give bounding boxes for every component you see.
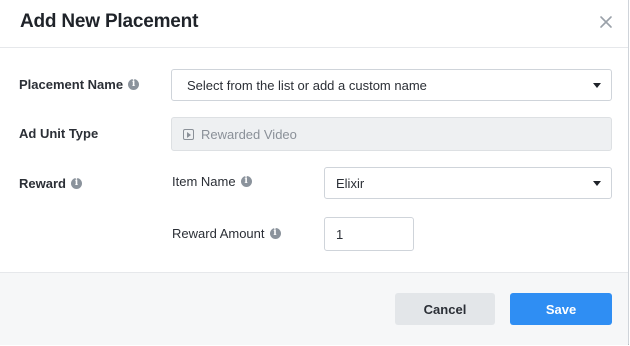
item-name-label-group: Item Name i: [172, 174, 252, 189]
reward-amount-input[interactable]: 1: [324, 217, 414, 251]
save-button[interactable]: Save: [510, 293, 612, 325]
placement-name-select[interactable]: Select from the list or add a custom nam…: [171, 69, 612, 101]
reward-amount-value: 1: [336, 226, 344, 242]
play-icon: [183, 128, 194, 140]
chevron-down-icon: [593, 181, 601, 186]
dialog-header: Add New Placement: [0, 0, 628, 48]
info-icon[interactable]: i: [269, 228, 281, 239]
info-icon[interactable]: i: [128, 79, 140, 90]
ad-unit-type-label-group: Ad Unit Type: [19, 126, 98, 141]
item-name-label: Item Name: [172, 174, 236, 189]
item-name-value: Elixir: [336, 175, 365, 191]
ad-unit-type-field: Rewarded Video: [171, 117, 612, 151]
close-icon[interactable]: [598, 14, 614, 30]
cancel-button[interactable]: Cancel: [395, 293, 495, 325]
dialog-title: Add New Placement: [20, 11, 199, 32]
ad-unit-type-value: Rewarded Video: [201, 126, 297, 142]
dialog-footer: Cancel Save: [0, 272, 628, 345]
placement-name-placeholder: Select from the list or add a custom nam…: [187, 77, 427, 93]
ad-unit-type-label: Ad Unit Type: [19, 126, 99, 141]
info-icon[interactable]: i: [240, 176, 252, 187]
chevron-down-icon: [593, 83, 601, 88]
reward-amount-label-group: Reward Amount i: [172, 226, 281, 241]
info-icon[interactable]: i: [70, 178, 82, 189]
placement-name-label: Placement Name: [19, 77, 124, 92]
item-name-select[interactable]: Elixir: [324, 167, 612, 199]
reward-label: Reward: [19, 176, 66, 191]
add-placement-dialog: Add New Placement Placement Name i Selec…: [0, 0, 629, 345]
placement-name-label-group: Placement Name i: [19, 77, 140, 92]
reward-label-group: Reward i: [19, 176, 82, 191]
reward-amount-label: Reward Amount: [172, 226, 265, 241]
